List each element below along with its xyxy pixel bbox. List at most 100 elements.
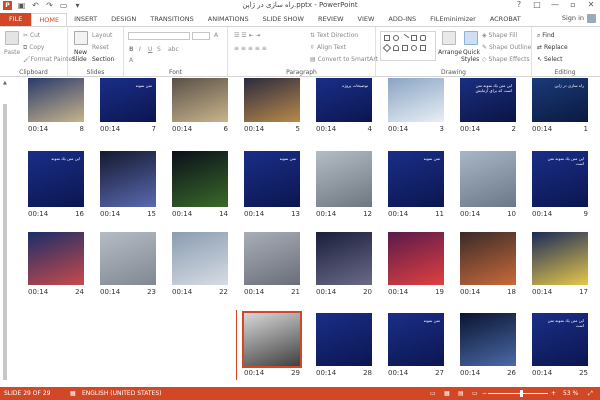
- slide-thumbnail-10[interactable]: [460, 151, 516, 207]
- slide-thumbnail-3[interactable]: [388, 78, 444, 122]
- normal-view-icon[interactable]: ▭: [430, 390, 436, 397]
- slide-thumbnail-22[interactable]: [172, 232, 228, 285]
- tab-acrobat[interactable]: ACROBAT: [483, 13, 528, 26]
- rectangle-shape-icon[interactable]: [384, 35, 390, 41]
- diamond-shape-icon[interactable]: [382, 43, 392, 53]
- bullets-icon[interactable]: ☰ ☰ ⇤ ⇥: [234, 32, 261, 39]
- slide-thumbnail-23[interactable]: [100, 232, 156, 285]
- paste-icon[interactable]: [5, 31, 19, 45]
- font-color-icon[interactable]: A: [129, 57, 133, 64]
- text-direction-button[interactable]: ⇅ Text Direction: [310, 32, 358, 39]
- italic-icon[interactable]: I: [139, 46, 141, 53]
- zoom-slider-track[interactable]: [488, 393, 548, 394]
- quick-styles-button[interactable]: Quick: [463, 49, 480, 56]
- slide-thumbnail-17[interactable]: [532, 232, 588, 285]
- slide-thumbnail-29[interactable]: [242, 311, 302, 368]
- bold-icon[interactable]: B: [129, 46, 134, 53]
- rounded-rect-shape-icon[interactable]: [411, 35, 417, 41]
- layout-button[interactable]: Layout: [92, 32, 112, 39]
- help-icon[interactable]: ?: [514, 0, 524, 9]
- tab-view[interactable]: VIEW: [351, 13, 382, 26]
- slide-thumbnail-15[interactable]: [100, 151, 156, 207]
- align-icons[interactable]: ≡ ≡ ≡ ≡ ≡: [234, 45, 267, 52]
- tab-add-ins[interactable]: ADD-INS: [381, 13, 423, 26]
- slide-thumbnail-12[interactable]: [316, 151, 372, 207]
- tab-home[interactable]: HOME: [31, 13, 68, 26]
- tab-animations[interactable]: ANIMATIONS: [201, 13, 256, 26]
- arrange-button[interactable]: Arrange: [438, 49, 462, 56]
- slide-thumbnail-28[interactable]: [316, 313, 372, 366]
- shapes-gallery[interactable]: [380, 31, 436, 61]
- slide-thumbnail-18[interactable]: [460, 232, 516, 285]
- zoom-in-icon[interactable]: +: [551, 390, 556, 397]
- slide-thumbnail-5[interactable]: [244, 78, 300, 122]
- paste-button[interactable]: Paste: [4, 49, 20, 56]
- slide-thumbnail-1[interactable]: راه سازی در ژاپن: [532, 78, 588, 122]
- arc-shape-icon[interactable]: [393, 45, 399, 51]
- tab-file[interactable]: FILE: [0, 13, 32, 26]
- grow-font-icon[interactable]: A: [214, 32, 218, 39]
- tab-design[interactable]: DESIGN: [104, 13, 143, 26]
- language-status[interactable]: ENGLISH (UNITED STATES): [82, 390, 162, 397]
- quick-styles-button-label[interactable]: Styles: [461, 56, 479, 63]
- new-slide-button-label[interactable]: Slide: [72, 56, 87, 63]
- slide-sorter-view-icon[interactable]: ▦: [444, 390, 450, 397]
- line-shape-icon[interactable]: [400, 33, 410, 43]
- star-shape-icon[interactable]: [420, 45, 426, 51]
- slide-thumbnail-25[interactable]: اين متن يك نمونه متن است: [532, 313, 588, 366]
- copy-button[interactable]: ⧉ Copy: [23, 44, 44, 52]
- section-button[interactable]: Section: [92, 56, 114, 63]
- tab-insert[interactable]: INSERT: [67, 13, 104, 26]
- replace-button[interactable]: ⇄ Replace: [537, 44, 568, 51]
- slide-thumbnail-8[interactable]: [28, 78, 84, 122]
- ribbon-display-icon[interactable]: □: [532, 0, 542, 9]
- zoom-out-icon[interactable]: −: [482, 390, 487, 397]
- tab-review[interactable]: REVIEW: [311, 13, 351, 26]
- slide-thumbnail-11[interactable]: متن نمونه: [388, 151, 444, 207]
- slide-thumbnail-4[interactable]: توضيحات پروژه: [316, 78, 372, 122]
- cut-button[interactable]: ✂ Cut: [23, 32, 40, 39]
- find-button[interactable]: ⌕ Find: [537, 32, 555, 40]
- slide-thumbnail-27[interactable]: متن نمونه: [388, 313, 444, 366]
- underline-icon[interactable]: U: [148, 46, 152, 53]
- slide-thumbnail-14[interactable]: [172, 151, 228, 207]
- convert-smartart-button[interactable]: ▤ Convert to SmartArt: [310, 56, 378, 63]
- tab-slide-show[interactable]: SLIDE SHOW: [256, 13, 311, 26]
- shape-outline-button[interactable]: ✎ Shape Outline: [482, 44, 531, 51]
- close-icon[interactable]: ✕: [586, 0, 596, 9]
- oval-shape-icon[interactable]: [393, 35, 399, 41]
- restore-icon[interactable]: ▫: [568, 0, 578, 9]
- slide-thumbnail-9[interactable]: اين متن يك نمونه متن است: [532, 151, 588, 207]
- slideshow-view-icon[interactable]: ▭: [472, 390, 478, 397]
- slide-thumbnail-13[interactable]: متن نمونه: [244, 151, 300, 207]
- shape-fill-button[interactable]: ◈ Shape Fill: [482, 32, 517, 39]
- shadow-icon[interactable]: S: [157, 46, 161, 53]
- vertical-scrollbar-thumb[interactable]: [3, 104, 7, 380]
- font-size-combo[interactable]: [192, 32, 210, 40]
- fit-slide-icon[interactable]: ⤢: [588, 390, 593, 398]
- tab-transitions[interactable]: TRANSITIONS: [143, 13, 201, 26]
- slide-thumbnail-26[interactable]: [460, 313, 516, 366]
- quick-styles-icon[interactable]: [464, 31, 478, 45]
- text-box-shape-icon[interactable]: [420, 35, 426, 41]
- slide-thumbnail-24[interactable]: [28, 232, 84, 285]
- new-slide-button[interactable]: New: [74, 49, 87, 56]
- zoom-level[interactable]: 53 %: [563, 390, 578, 397]
- new-slide-icon[interactable]: [74, 31, 88, 45]
- circle-shape-icon[interactable]: [411, 45, 417, 51]
- tab-fileminimizer[interactable]: FILEminimizer: [423, 13, 483, 26]
- select-button[interactable]: ↖ Select: [537, 56, 562, 63]
- slide-thumbnail-19[interactable]: [388, 232, 444, 285]
- slide-thumbnail-2[interactable]: اين متن يك نمونه متن است كه براي آزمايش: [460, 78, 516, 122]
- slide-count-status[interactable]: SLIDE 29 OF 29: [4, 390, 51, 397]
- reading-view-icon[interactable]: ▤: [458, 390, 464, 397]
- align-text-button[interactable]: ⇳ Align Text: [310, 44, 346, 51]
- slide-thumbnail-7[interactable]: متن نمونه: [100, 78, 156, 122]
- user-icon[interactable]: [587, 14, 596, 23]
- slide-thumbnail-6[interactable]: [172, 78, 228, 122]
- slide-thumbnail-20[interactable]: [316, 232, 372, 285]
- arrange-icon[interactable]: [442, 31, 456, 45]
- font-family-combo[interactable]: [128, 32, 190, 40]
- minimize-icon[interactable]: —: [550, 0, 560, 9]
- block-arrow-shape-icon[interactable]: [402, 45, 408, 51]
